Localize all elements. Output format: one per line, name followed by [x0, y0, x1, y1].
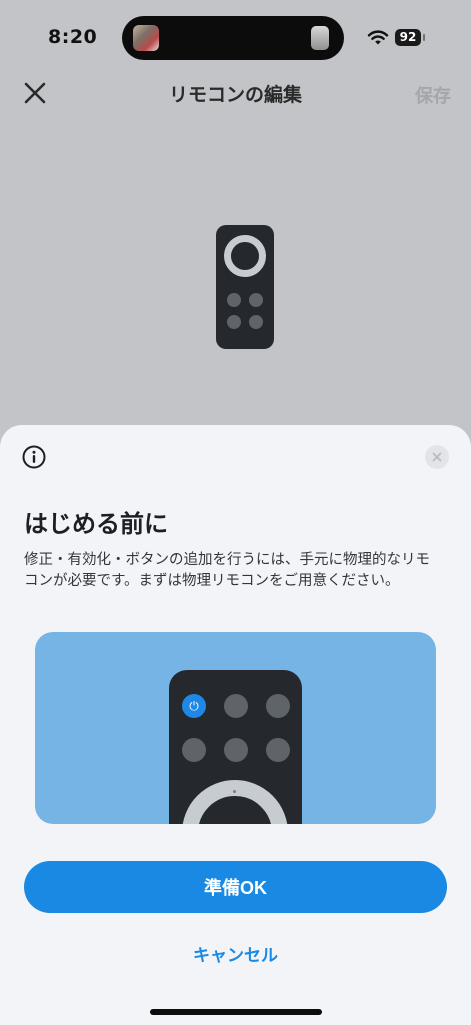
remote-illustration-body: ⏻ [169, 670, 302, 824]
home-indicator[interactable] [150, 1009, 322, 1015]
now-playing-thumbnail[interactable] [133, 25, 159, 51]
status-time: 8:20 [48, 26, 98, 48]
sheet-description: 修正・有効化・ボタンの追加を行うには、手元に物理的なリモコンが必要です。まずは物… [24, 552, 430, 589]
battery-nub [423, 34, 425, 41]
remote-illustration-button [266, 738, 290, 762]
remote-preview-button [227, 293, 241, 307]
remote-illustration: ⏻ [35, 632, 436, 824]
remote-illustration-dpad-marker [233, 790, 236, 793]
close-icon [432, 452, 442, 462]
dismiss-button[interactable] [425, 445, 449, 469]
remote-preview-button [249, 293, 263, 307]
battery-indicator: 92 [395, 29, 421, 46]
remote-illustration-button [224, 694, 248, 718]
remote-preview-button [249, 315, 263, 329]
power-icon: ⏻ [182, 694, 206, 718]
ready-ok-button[interactable]: 準備OK [24, 861, 447, 913]
remote-illustration-button [182, 738, 206, 762]
remote-preview-button [227, 315, 241, 329]
cancel-button[interactable]: キャンセル [0, 941, 471, 966]
sheet-title: はじめる前に [24, 510, 168, 538]
info-icon [22, 445, 46, 469]
homepod-icon [311, 26, 329, 50]
wifi-icon [367, 30, 389, 45]
remote-dpad-ring [224, 235, 266, 277]
remote-illustration-button [266, 694, 290, 718]
remote-illustration-button [224, 738, 248, 762]
remote-illustration-dpad [182, 780, 288, 824]
save-button[interactable]: 保存 [415, 82, 451, 108]
remote-preview [216, 225, 274, 349]
page-title: リモコンの編集 [168, 84, 302, 106]
